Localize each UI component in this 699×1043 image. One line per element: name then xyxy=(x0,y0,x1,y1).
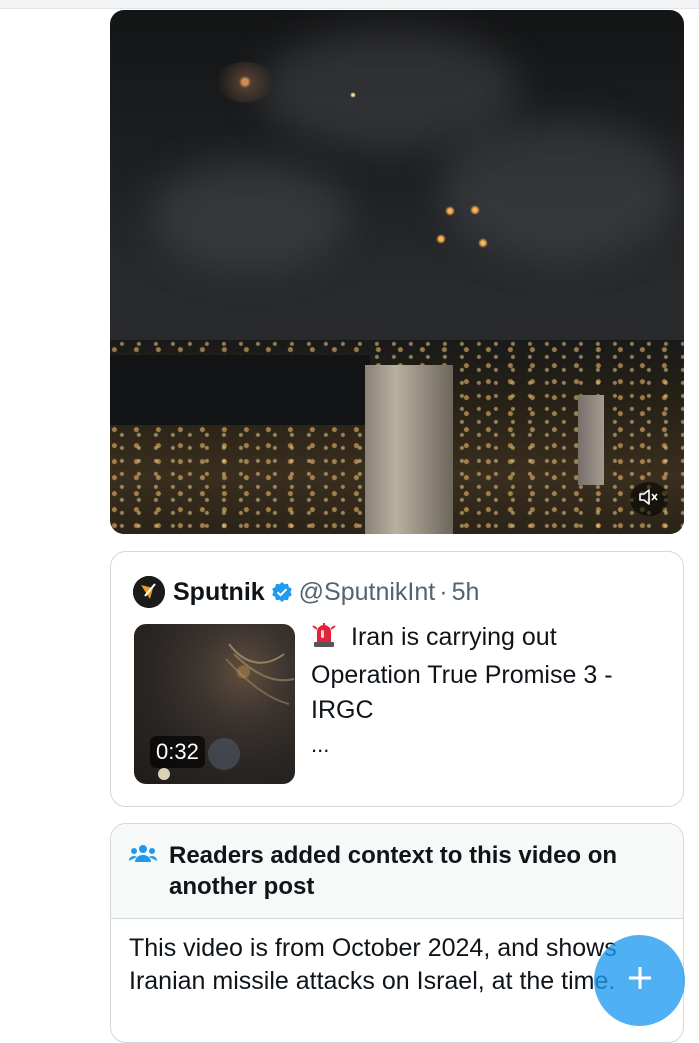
missile-light xyxy=(478,238,488,248)
sky-cloud xyxy=(440,120,680,260)
sky-cloud xyxy=(260,30,520,150)
speaker-muted-icon xyxy=(639,488,659,511)
missile-light xyxy=(470,205,480,215)
sky-cloud xyxy=(150,160,350,270)
verified-badge-icon xyxy=(271,581,293,603)
mute-button[interactable] xyxy=(630,482,668,516)
quoted-tweet-text: Iran is carrying out Operation True Prom… xyxy=(311,620,661,728)
community-note-body: This video is from October 2024, and sho… xyxy=(129,934,617,995)
tall-building xyxy=(365,365,453,534)
missile-light xyxy=(445,206,455,216)
quoted-author-handle[interactable]: @SputnikInt xyxy=(299,578,436,607)
sputnik-logo-icon xyxy=(133,576,165,608)
quoted-tweet-body: Iran is carrying out Operation True Prom… xyxy=(311,623,613,724)
top-bar xyxy=(0,0,699,9)
missile-light xyxy=(350,92,356,98)
community-note[interactable]: Readers added context to this video on a… xyxy=(110,823,684,1043)
quoted-author-name[interactable]: Sputnik xyxy=(173,578,265,607)
tall-building xyxy=(578,395,604,485)
community-note-title: Readers added context to this video on a… xyxy=(169,842,618,900)
community-note-header: Readers added context to this video on a… xyxy=(111,824,683,919)
quoted-tweet-time[interactable]: 5h xyxy=(452,578,480,607)
tweet-video[interactable] xyxy=(110,10,684,534)
dark-water xyxy=(110,355,370,425)
compose-fab-button[interactable] xyxy=(594,935,685,1026)
quoted-video-thumbnail[interactable]: 0:32 xyxy=(134,624,295,784)
header-separator: · xyxy=(439,577,448,606)
quoted-tweet-ellipsis: ... xyxy=(311,732,330,757)
missile-light xyxy=(215,62,275,102)
plus-icon xyxy=(625,963,655,998)
avatar[interactable] xyxy=(133,576,165,608)
police-light-emoji xyxy=(311,622,337,658)
quoted-tweet[interactable]: Sputnik @SputnikInt · 5h 0:32 Iran is ca… xyxy=(110,551,684,807)
video-duration-badge: 0:32 xyxy=(150,736,205,768)
quoted-tweet-header: Sputnik @SputnikInt · 5h xyxy=(133,576,479,608)
missile-light xyxy=(436,234,446,244)
people-icon xyxy=(129,842,157,871)
